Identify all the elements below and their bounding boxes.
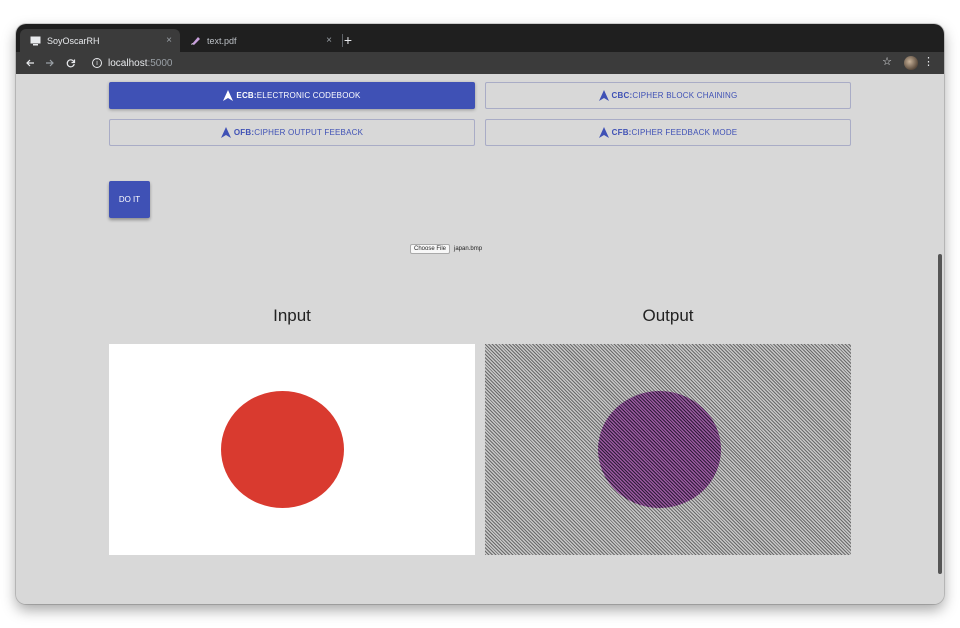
do-it-button[interactable]: DO IT: [109, 181, 150, 218]
lock-icon: [223, 90, 234, 101]
lock-icon: [220, 127, 231, 138]
mode-abbr: ECB:: [236, 91, 257, 100]
mode-label: ELECTRONIC CODEBOOK: [256, 91, 361, 100]
pdf-icon: [190, 35, 201, 46]
mode-ofb-button[interactable]: OFB: CIPHER OUTPUT FEEBACK: [109, 119, 475, 146]
mode-label: CIPHER OUTPUT FEEBACK: [254, 128, 364, 137]
avatar[interactable]: [904, 56, 918, 70]
url-port: :5000: [147, 57, 173, 69]
choose-file-button[interactable]: Choose File: [410, 244, 451, 254]
tab-soyoscarrh[interactable]: SoyOscarRH ×: [20, 29, 180, 52]
mode-cfb-button[interactable]: CFB: CIPHER FEEDBACK MODE: [485, 119, 851, 146]
arrow-right-icon[interactable]: [42, 55, 58, 71]
file-input[interactable]: Choose File japan.bmp: [410, 244, 482, 254]
mode-abbr: OFB:: [233, 128, 255, 137]
scrollbar[interactable]: [938, 254, 942, 574]
mode-abbr: CBC:: [611, 91, 633, 100]
mode-ecb-button[interactable]: ECB: ELECTRONIC CODEBOOK: [109, 82, 475, 109]
mode-label: CIPHER BLOCK CHAINING: [632, 91, 738, 100]
star-icon[interactable]: ☆: [882, 55, 892, 68]
tab-title: text.pdf: [207, 35, 237, 46]
input-image: [109, 344, 475, 555]
monitor-icon: [30, 35, 41, 46]
browser-toolbar: i localhost:5000 ☆ ⋮: [16, 52, 944, 74]
output-title: Output: [642, 306, 694, 325]
mode-label: CIPHER FEEDBACK MODE: [631, 128, 738, 137]
info-icon[interactable]: i: [92, 58, 102, 68]
mode-cbc-button[interactable]: CBC: CIPHER BLOCK CHAINING: [485, 82, 851, 109]
file-name: japan.bmp: [454, 246, 483, 252]
url-host: localhost: [108, 57, 148, 69]
close-tab-icon[interactable]: ×: [166, 35, 172, 46]
reload-icon[interactable]: [63, 55, 79, 71]
new-tab-button[interactable]: +: [338, 30, 358, 50]
input-title: Input: [273, 306, 311, 325]
lock-icon: [598, 127, 609, 138]
tab-strip: SoyOscarRH × text.pdf × +: [16, 24, 944, 52]
lock-icon: [598, 90, 609, 101]
kebab-icon[interactable]: ⋮: [923, 55, 934, 68]
close-tab-icon[interactable]: ×: [326, 35, 332, 46]
address-bar[interactable]: i localhost:5000: [92, 55, 872, 71]
tab-text-pdf[interactable]: text.pdf ×: [180, 29, 340, 52]
output-image: [485, 344, 851, 555]
red-circle: [221, 391, 344, 508]
mode-abbr: CFB:: [611, 128, 632, 137]
page-content: ECB: ELECTRONIC CODEBOOK CBC: CIPHER BLOCK…: [16, 74, 944, 604]
browser-window: SoyOscarRH × text.pdf × + i localhost:50…: [16, 24, 944, 604]
encrypted-circle: [598, 391, 721, 508]
tab-title: SoyOscarRH: [47, 35, 100, 46]
arrow-left-icon[interactable]: [22, 55, 38, 71]
